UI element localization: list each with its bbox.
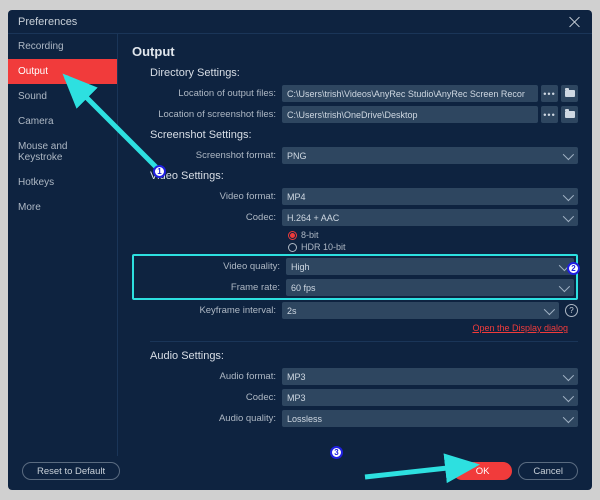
radio-icon xyxy=(288,243,297,252)
video-quality-label: Video quality: xyxy=(136,261,286,272)
screenshot-files-label: Location of screenshot files: xyxy=(132,109,282,120)
video-codec-label: Codec: xyxy=(132,212,282,223)
frame-rate-label: Frame rate: xyxy=(136,282,286,293)
help-icon[interactable]: ? xyxy=(565,304,578,317)
sidebar-item-hotkeys[interactable]: Hotkeys xyxy=(8,170,117,195)
audio-codec-label: Codec: xyxy=(132,392,282,403)
directory-settings-title: Directory Settings: xyxy=(150,67,578,79)
screenshot-format-select[interactable]: PNG xyxy=(282,147,578,164)
row-audio-quality: Audio quality: Lossless xyxy=(132,410,578,427)
sidebar-item-output[interactable]: Output xyxy=(8,59,117,84)
row-video-codec: Codec: H.264 + AAC xyxy=(132,209,578,226)
highlight-quality-framerate: Video quality: High Frame rate: 60 fps xyxy=(132,254,578,300)
sidebar-item-more[interactable]: More xyxy=(8,195,117,220)
video-quality-select[interactable]: High xyxy=(286,258,574,275)
open-output-folder-button[interactable] xyxy=(561,85,578,102)
row-keyframe-interval: Keyframe interval: 2s ? xyxy=(132,302,578,319)
row-video-quality: Video quality: High xyxy=(136,258,574,275)
video-format-label: Video format: xyxy=(132,191,282,202)
body: Recording Output Sound Camera Mouse and … xyxy=(8,34,592,456)
row-audio-format: Audio format: MP3 xyxy=(132,368,578,385)
chevron-down-icon xyxy=(563,210,574,221)
keyframe-interval-select[interactable]: 2s xyxy=(282,302,559,319)
output-files-label: Location of output files: xyxy=(132,88,282,99)
browse-screenshot-button[interactable]: ••• xyxy=(541,106,558,123)
sidebar-item-sound[interactable]: Sound xyxy=(8,84,117,109)
titlebar: Preferences xyxy=(8,10,592,34)
row-output-files: Location of output files: C:\Users\trish… xyxy=(132,85,578,102)
footer: Reset to Default OK Cancel xyxy=(8,456,592,490)
row-screenshot-format: Screenshot format: PNG xyxy=(132,147,578,164)
video-format-select[interactable]: MP4 xyxy=(282,188,578,205)
audio-settings-title: Audio Settings: xyxy=(150,350,578,362)
audio-quality-label: Audio quality: xyxy=(132,413,282,424)
cancel-button[interactable]: Cancel xyxy=(518,462,578,480)
keyframe-interval-label: Keyframe interval: xyxy=(132,305,282,316)
divider xyxy=(150,341,578,342)
annotation-badge-3: 3 xyxy=(330,446,343,459)
chevron-down-icon xyxy=(563,369,574,380)
audio-codec-select[interactable]: MP3 xyxy=(282,389,578,406)
row-screenshot-files: Location of screenshot files: C:\Users\t… xyxy=(132,106,578,123)
audio-format-label: Audio format: xyxy=(132,371,282,382)
radio-8bit[interactable]: 8-bit xyxy=(132,230,578,240)
ellipsis-icon: ••• xyxy=(543,89,555,99)
row-audio-codec: Codec: MP3 xyxy=(132,389,578,406)
sidebar-item-camera[interactable]: Camera xyxy=(8,109,117,134)
audio-format-select[interactable]: MP3 xyxy=(282,368,578,385)
content-panel: Output Directory Settings: Location of o… xyxy=(118,34,592,456)
close-icon[interactable] xyxy=(568,15,582,29)
ok-button[interactable]: OK xyxy=(453,462,513,480)
frame-rate-select[interactable]: 60 fps xyxy=(286,279,574,296)
chevron-down-icon xyxy=(563,390,574,401)
page-title: Output xyxy=(132,44,578,59)
browse-output-button[interactable]: ••• xyxy=(541,85,558,102)
screenshot-files-input[interactable]: C:\Users\trish\OneDrive\Desktop xyxy=(282,106,538,123)
sidebar: Recording Output Sound Camera Mouse and … xyxy=(8,34,118,456)
audio-quality-select[interactable]: Lossless xyxy=(282,410,578,427)
chevron-down-icon xyxy=(563,148,574,159)
output-files-input[interactable]: C:\Users\trish\Videos\AnyRec Studio\AnyR… xyxy=(282,85,538,102)
row-video-format: Video format: MP4 xyxy=(132,188,578,205)
screenshot-settings-title: Screenshot Settings: xyxy=(150,129,578,141)
sidebar-item-mouse-keystroke[interactable]: Mouse and Keystroke xyxy=(8,134,117,170)
window-title: Preferences xyxy=(18,16,77,28)
folder-icon xyxy=(565,90,575,97)
radio-hdr10bit[interactable]: HDR 10-bit xyxy=(132,242,578,252)
annotation-badge-1: 1 xyxy=(153,165,166,178)
chevron-down-icon xyxy=(563,189,574,200)
open-screenshot-folder-button[interactable] xyxy=(561,106,578,123)
reset-to-default-button[interactable]: Reset to Default xyxy=(22,462,120,480)
preferences-window: Preferences Recording Output Sound Camer… xyxy=(8,10,592,490)
video-codec-select[interactable]: H.264 + AAC xyxy=(282,209,578,226)
chevron-down-icon xyxy=(544,303,555,314)
radio-icon xyxy=(288,231,297,240)
chevron-down-icon xyxy=(563,411,574,422)
chevron-down-icon xyxy=(559,280,570,291)
row-frame-rate: Frame rate: 60 fps xyxy=(136,279,574,296)
folder-icon xyxy=(565,111,575,118)
sidebar-item-recording[interactable]: Recording xyxy=(8,34,117,59)
screenshot-format-label: Screenshot format: xyxy=(132,150,282,161)
ellipsis-icon: ••• xyxy=(543,110,555,120)
annotation-badge-2: 2 xyxy=(567,262,580,275)
video-settings-title: Video Settings: xyxy=(150,170,578,182)
open-display-dialog-link[interactable]: Open the Display dialog xyxy=(132,323,578,333)
